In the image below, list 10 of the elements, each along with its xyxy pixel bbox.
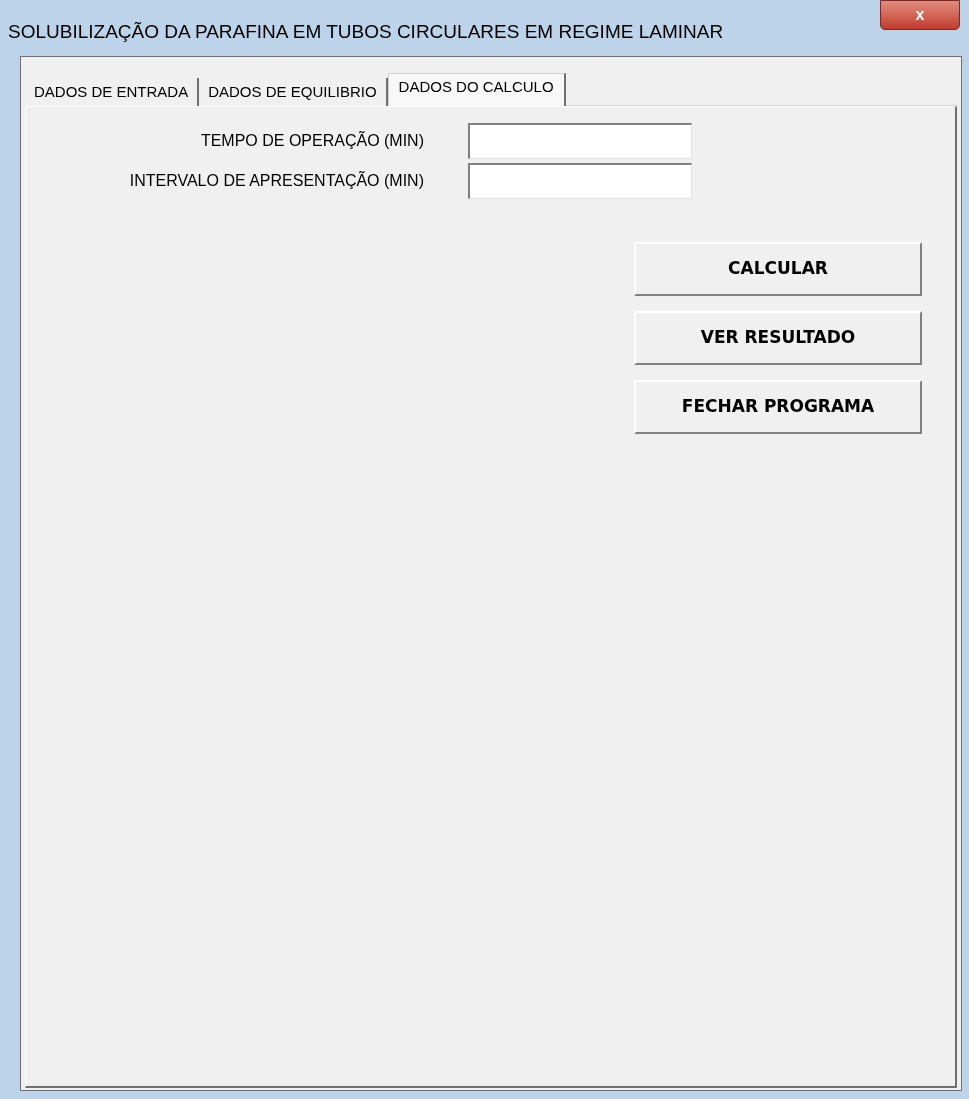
field-label: INTERVALO DE APRESENTAÇÃO (MIN)	[128, 170, 424, 191]
action-button[interactable]: CALCULAR	[634, 242, 922, 296]
tab[interactable]: DADOS DO CALCULO	[387, 73, 566, 106]
close-button[interactable]: x	[880, 0, 960, 30]
field-label: TEMPO DE OPERAÇÃO (MIN)	[199, 130, 424, 151]
window-title: SOLUBILIZAÇÃO DA PARAFINA EM TUBOS CIRCULARES EM REGIME LAMINAR	[8, 20, 724, 44]
action-button[interactable]: VER RESULTADO	[634, 311, 922, 365]
action-button[interactable]: FECHAR PROGRAMA	[634, 380, 922, 434]
input-field[interactable]	[468, 123, 692, 159]
input-field[interactable]	[468, 163, 692, 199]
